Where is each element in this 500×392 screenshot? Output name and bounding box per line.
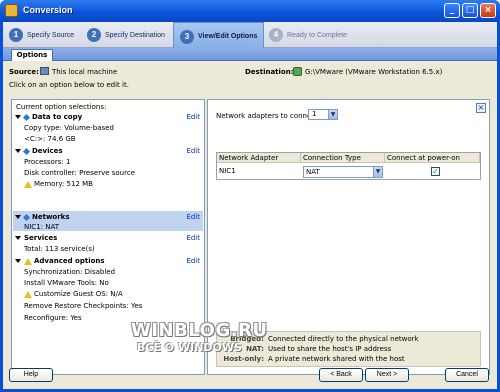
title-bar[interactable]: Conversion _ □ × <box>0 0 500 22</box>
wizard-steps: 1 Specify Source 2 Specify Destination 3… <box>3 22 497 50</box>
window-client: 1 Specify Source 2 Specify Destination 3… <box>3 22 497 389</box>
edit-link-services[interactable]: Edit <box>186 234 200 242</box>
options-tab-strip: Options <box>3 48 497 61</box>
expand-triangle-icon <box>15 236 21 240</box>
step-specify-source[interactable]: 1 Specify Source <box>9 22 74 48</box>
option-detail-warning: Memory: 512 MB <box>24 180 93 188</box>
watermark-title: WINBLOG.RU <box>131 320 268 341</box>
network-adapters-table: Network Adapter Connection Type Connect … <box>216 152 481 180</box>
adapters-label: Network adapters to connect: <box>216 112 321 120</box>
option-detail: Copy type: Volume-based <box>24 124 114 132</box>
vmware-icon <box>293 67 302 76</box>
source-value: This local machine <box>52 68 118 76</box>
expand-triangle-icon <box>15 259 21 263</box>
watermark: WINBLOG.RU ВСЁ О WINDOWS <box>131 320 281 354</box>
option-detail: Customize Guest OS: N/A <box>34 290 123 298</box>
destination-value: G:\VMware (VMware Workstation 6.5.x) <box>305 68 443 76</box>
option-detail: <C:>: 74.6 GB <box>24 135 76 143</box>
minimize-button[interactable]: _ <box>444 3 460 18</box>
connection-type-value: NAT <box>306 168 320 176</box>
option-detail: NIC1: NAT <box>24 223 59 231</box>
edit-link-devices[interactable]: Edit <box>186 147 200 155</box>
next-button[interactable]: Next > <box>365 368 409 382</box>
watermark-subtitle: ВСЁ О WINDOWS <box>137 341 242 354</box>
options-header: Current option selections: <box>16 103 107 111</box>
section-devices[interactable]: Devices <box>15 147 63 155</box>
expand-triangle-icon <box>15 149 21 153</box>
legend-value: Connected directly to the physical netwo… <box>268 335 419 343</box>
step-specify-destination[interactable]: 2 Specify Destination <box>87 22 165 48</box>
option-detail: Synchronization: Disabled <box>24 268 116 276</box>
source-destination-bar: Source: This local machine Destination: … <box>3 62 497 89</box>
column-header-connection-type: Connection Type <box>301 153 385 163</box>
instruction-text: Click on an option below to edit it. <box>9 81 129 89</box>
column-header-connect-at-power-on: Connect at power-on <box>385 153 480 163</box>
source-label: Source: <box>9 68 39 76</box>
destination-label: Destination: <box>245 68 294 76</box>
section-title: Advanced options <box>34 257 105 265</box>
legend-value: A private network shared with the host <box>268 355 405 363</box>
computer-icon <box>40 67 49 75</box>
option-detail: Reconfigure: Yes <box>24 314 82 322</box>
step-number: 1 <box>9 28 23 42</box>
chevron-down-icon[interactable]: ▼ <box>373 167 382 177</box>
cancel-button[interactable]: Cancel <box>445 368 489 382</box>
step-label: Specify Destination <box>105 31 165 39</box>
step-view-edit-options[interactable]: 3 View/Edit Options <box>173 22 265 50</box>
section-title: Devices <box>32 147 63 155</box>
option-detail: Memory: 512 MB <box>34 180 93 188</box>
option-detail: Disk controller: Preserve source <box>24 169 135 177</box>
step-number: 3 <box>180 29 194 44</box>
section-advanced-options[interactable]: Advanced options <box>15 257 105 265</box>
close-panel-icon[interactable]: × <box>476 103 486 113</box>
diamond-icon <box>22 213 31 221</box>
edit-link-data-to-copy[interactable]: Edit <box>186 113 200 121</box>
option-detail-warning: Customize Guest OS: N/A <box>24 290 123 298</box>
section-services[interactable]: Services <box>15 234 57 242</box>
option-detail: Processors: 1 <box>24 158 71 166</box>
help-button[interactable]: Help <box>9 368 53 382</box>
expand-triangle-icon <box>15 115 21 119</box>
cell-adapter-name: NIC1 <box>219 167 236 175</box>
connect-at-power-on-checkbox[interactable]: ✓ <box>431 167 440 176</box>
maximize-button[interactable]: □ <box>462 3 478 18</box>
back-button[interactable]: < Back <box>319 368 363 382</box>
step-number: 4 <box>269 28 283 42</box>
window-title: Conversion <box>23 5 73 15</box>
section-title: Networks <box>32 213 70 221</box>
connection-type-select[interactable]: NAT ▼ <box>303 166 383 178</box>
legend-value: Used to share the host's IP address <box>268 345 392 353</box>
option-detail: Remove Restore Checkpoints: Yes <box>24 302 143 310</box>
step-number: 2 <box>87 28 101 42</box>
warning-icon <box>24 290 32 298</box>
column-header-adapter: Network Adapter <box>217 153 301 163</box>
option-detail: Install VMware Tools: No <box>24 279 109 287</box>
section-networks[interactable]: Networks <box>15 213 70 221</box>
chevron-down-icon[interactable]: ▼ <box>328 110 337 119</box>
step-label: View/Edit Options <box>198 33 258 40</box>
tab-options[interactable]: Options <box>11 49 53 61</box>
edit-link-advanced-options[interactable]: Edit <box>186 257 200 265</box>
section-data-to-copy[interactable]: Data to copy <box>15 113 82 121</box>
section-title: Data to copy <box>32 113 83 121</box>
app-icon <box>5 4 18 17</box>
adapters-count-select[interactable]: 1 ▼ <box>308 109 338 120</box>
warning-icon <box>24 257 32 265</box>
conversion-window: Conversion _ □ × 1 Specify Source 2 Spec… <box>0 0 500 392</box>
diamond-icon <box>22 147 31 155</box>
step-label: Specify Source <box>27 31 75 39</box>
legend-key: Host-only: <box>223 355 264 363</box>
section-title: Services <box>24 234 58 242</box>
option-detail: Total: 113 service(s) <box>24 245 95 253</box>
close-button[interactable]: × <box>480 3 496 18</box>
adapters-count-value: 1 <box>312 110 317 118</box>
expand-triangle-icon <box>15 215 21 219</box>
step-label: Ready to Complete <box>287 31 347 39</box>
warning-icon <box>24 180 32 188</box>
edit-link-networks[interactable]: Edit <box>186 213 200 221</box>
diamond-icon <box>22 113 31 121</box>
step-ready-to-complete: 4 Ready to Complete <box>269 22 347 48</box>
